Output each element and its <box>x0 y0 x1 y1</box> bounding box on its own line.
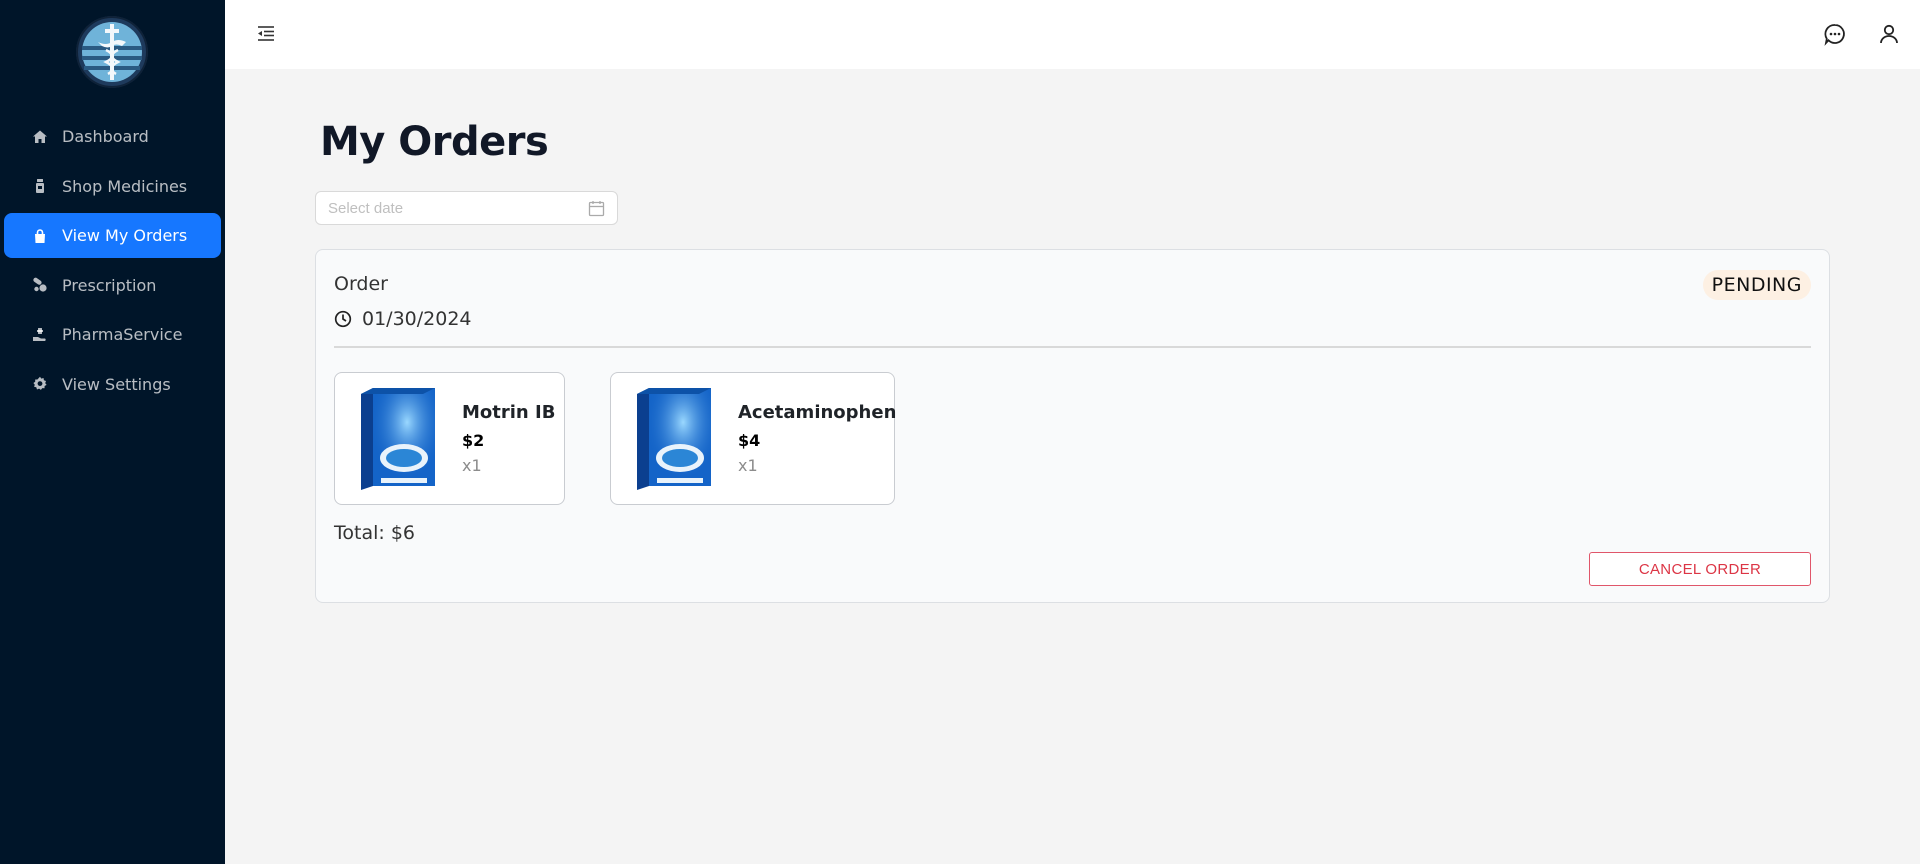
order-label: Order <box>334 273 388 295</box>
order-item-card[interactable]: Acetaminophen $4 x1 <box>610 372 896 505</box>
item-quantity: x1 <box>462 456 482 475</box>
item-info: Motrin IB $2 x1 <box>462 402 555 475</box>
calendar-icon[interactable] <box>588 200 605 217</box>
order-date-text: 01/30/2024 <box>362 308 472 330</box>
sidebar-item-label: View My Orders <box>62 226 188 245</box>
chat-icon[interactable] <box>1823 22 1847 46</box>
app: Dashboard Shop Medicines View My Orders … <box>0 0 1920 864</box>
date-filter-input[interactable] <box>328 199 568 217</box>
sidebar-item-view-my-orders[interactable]: View My Orders <box>4 213 221 258</box>
cancel-order-button[interactable]: CANCEL ORDER <box>1589 552 1811 586</box>
sidebar: Dashboard Shop Medicines View My Orders … <box>0 0 225 864</box>
caduceus-logo[interactable] <box>76 16 148 88</box>
sidebar-item-prescription[interactable]: Prescription <box>4 263 221 308</box>
home-icon <box>32 129 48 145</box>
page-title: My Orders <box>320 119 549 165</box>
menu-fold-icon[interactable] <box>256 23 276 43</box>
orders-content: My Orders Order 01/30/2024 PENDING <box>315 69 1920 864</box>
order-total: Total: $6 <box>334 522 415 544</box>
item-quantity: x1 <box>738 456 758 475</box>
divider <box>334 346 1811 348</box>
hand-service-icon <box>32 327 48 343</box>
medicine-bottle-icon <box>32 178 48 194</box>
product-image <box>357 386 439 492</box>
shopping-bag-icon <box>32 228 48 244</box>
date-filter[interactable] <box>315 191 618 225</box>
item-info: Acetaminophen $4 x1 <box>738 402 896 475</box>
clock-icon <box>334 310 352 328</box>
item-name: Motrin IB <box>462 402 556 423</box>
gear-icon <box>32 376 48 392</box>
user-icon[interactable] <box>1877 22 1901 46</box>
pills-icon <box>32 277 48 293</box>
sidebar-item-label: Shop Medicines <box>62 176 188 196</box>
order-items: Motrin IB $2 x1 Acetaminophen $4 x1 <box>334 372 940 505</box>
sidebar-item-view-settings[interactable]: View Settings <box>4 362 221 407</box>
order-date: 01/30/2024 <box>334 308 472 330</box>
order-card: Order 01/30/2024 PENDING Motrin IB $2 x1… <box>315 249 1830 603</box>
item-name: Acetaminophen <box>738 402 897 423</box>
order-item-card[interactable]: Motrin IB $2 x1 <box>334 372 565 505</box>
product-image <box>633 386 715 492</box>
status-badge: PENDING <box>1702 270 1811 300</box>
sidebar-item-label: Dashboard <box>62 127 149 146</box>
main-area: My Orders Order 01/30/2024 PENDING <box>225 0 1920 864</box>
sidebar-item-pharmaservice[interactable]: PharmaService <box>4 312 221 357</box>
item-price: $2 <box>462 431 485 450</box>
sidebar-item-dashboard[interactable]: Dashboard <box>4 114 221 159</box>
sidebar-item-shop-medicines[interactable]: Shop Medicines <box>4 164 221 209</box>
top-bar <box>225 0 1920 69</box>
sidebar-nav: Dashboard Shop Medicines View My Orders … <box>0 114 225 411</box>
sidebar-item-label: Prescription <box>62 275 157 295</box>
item-price: $4 <box>738 431 761 450</box>
sidebar-item-label: View Settings <box>62 374 171 394</box>
sidebar-item-label: PharmaService <box>62 325 183 344</box>
